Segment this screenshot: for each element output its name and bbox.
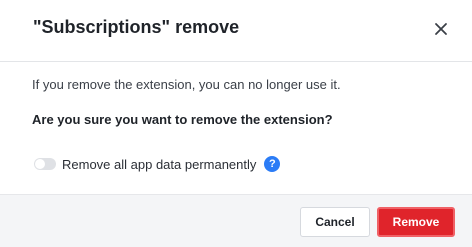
dialog-footer: Cancel Remove: [0, 194, 472, 247]
dialog-body: If you remove the extension, you can no …: [0, 63, 472, 193]
remove-data-toggle[interactable]: [34, 158, 56, 170]
toggle-knob: [35, 159, 45, 169]
question-circle-icon[interactable]: ?: [264, 156, 281, 172]
remove-extension-dialog: "Subscriptions" remove If you remove the…: [0, 0, 472, 247]
close-icon: [435, 23, 447, 35]
dialog-message: If you remove the extension, you can no …: [32, 77, 341, 92]
dialog-question: Are you sure you want to remove the exte…: [32, 112, 333, 127]
remove-data-toggle-label: Remove all app data permanently: [62, 156, 257, 172]
cancel-button[interactable]: Cancel: [300, 207, 370, 237]
close-button[interactable]: [432, 20, 450, 38]
remove-button[interactable]: Remove: [377, 207, 455, 237]
dialog-header: "Subscriptions" remove: [0, 0, 472, 62]
remove-data-toggle-row: Remove all app data permanently ?: [34, 154, 281, 174]
dialog-title: "Subscriptions" remove: [33, 17, 240, 37]
